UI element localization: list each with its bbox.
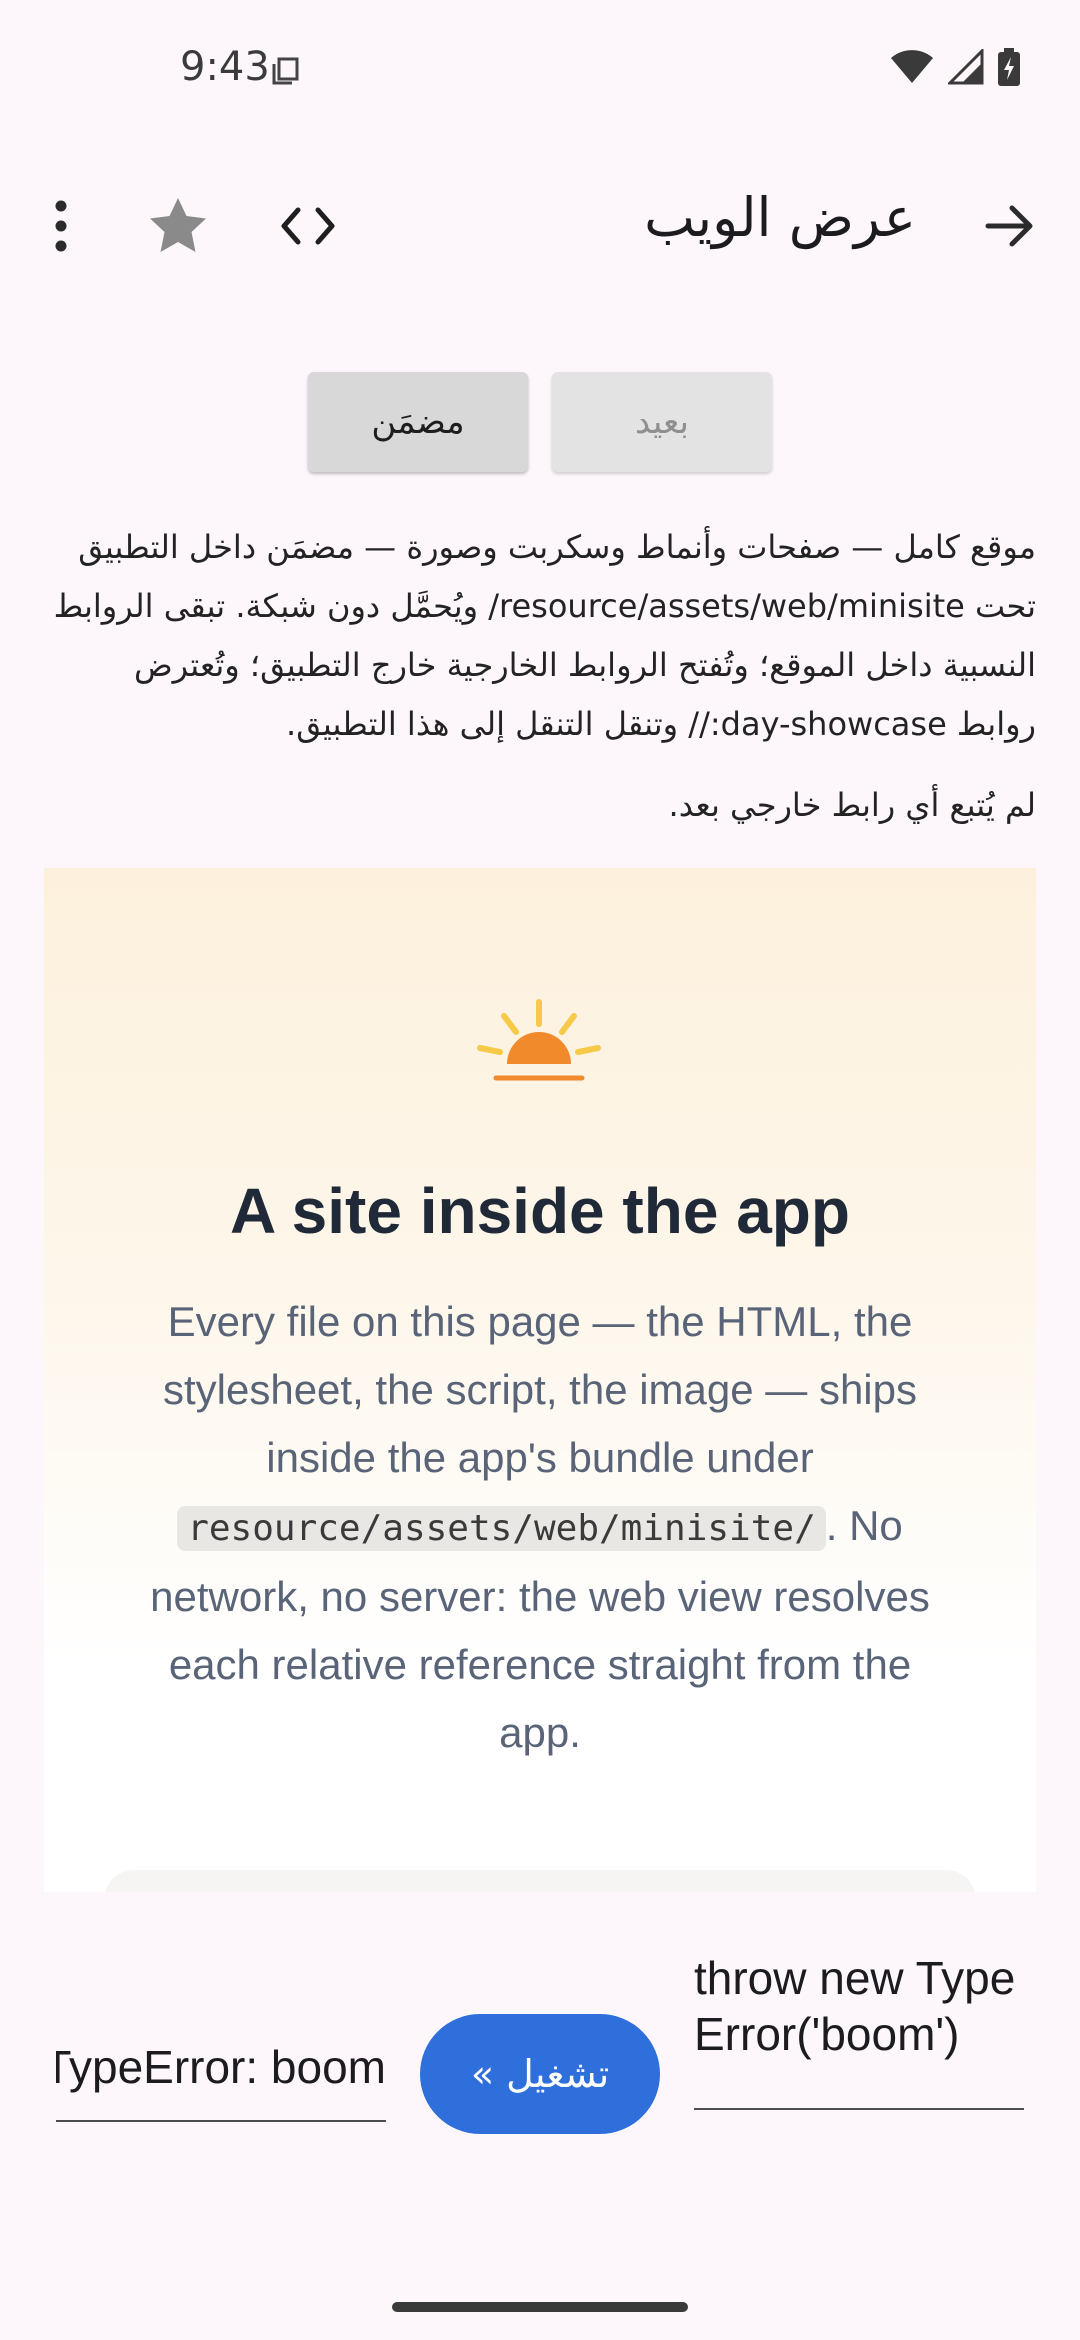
remote-mode-button[interactable]: بعيد — [552, 372, 772, 472]
cell-signal-icon — [948, 49, 984, 85]
external-link-status: لم يُتبع أي رابط خارجي بعد. — [668, 786, 1036, 824]
sunrise-icon — [477, 999, 601, 1081]
console-output-field[interactable]: TypeError: boom — [56, 2030, 386, 2122]
site-heading: A site inside the app — [230, 1175, 850, 1247]
back-arrow-icon[interactable] — [980, 196, 1040, 256]
star-icon[interactable] — [146, 194, 210, 258]
site-path-code: resource/assets/web/minisite/ — [177, 1506, 826, 1551]
site-card — [104, 1870, 976, 1892]
more-options-icon[interactable] — [36, 196, 86, 256]
code-input-text: throw new TypeError('boom') — [694, 1952, 1016, 2060]
status-time: 9:43 — [180, 44, 270, 90]
screen-copy-icon — [272, 57, 299, 85]
site-paragraph: Every file on this page — the HTML, the … — [124, 1288, 956, 1767]
battery-charging-icon — [998, 48, 1020, 86]
status-icons — [890, 48, 1020, 86]
web-view[interactable]: A site inside the app Every file on this… — [44, 868, 1036, 1892]
console-output-text: TypeError: boom — [56, 2041, 386, 2093]
run-button[interactable]: تشغيل » — [420, 2014, 660, 2134]
wifi-icon — [891, 50, 933, 83]
site-text-part: Every file on this page — the HTML, the … — [162, 1298, 917, 1481]
description-text: موقع كامل — صفحات وأنماط وسكربت وصورة — … — [53, 528, 1036, 743]
page-title: عرض الويب — [644, 186, 916, 249]
code-input[interactable]: throw new TypeError('boom') — [694, 1950, 1024, 2110]
embedded-mode-button[interactable]: مضمَن — [308, 372, 528, 472]
code-icon[interactable] — [278, 196, 338, 256]
gesture-nav-handle[interactable] — [392, 2302, 688, 2312]
